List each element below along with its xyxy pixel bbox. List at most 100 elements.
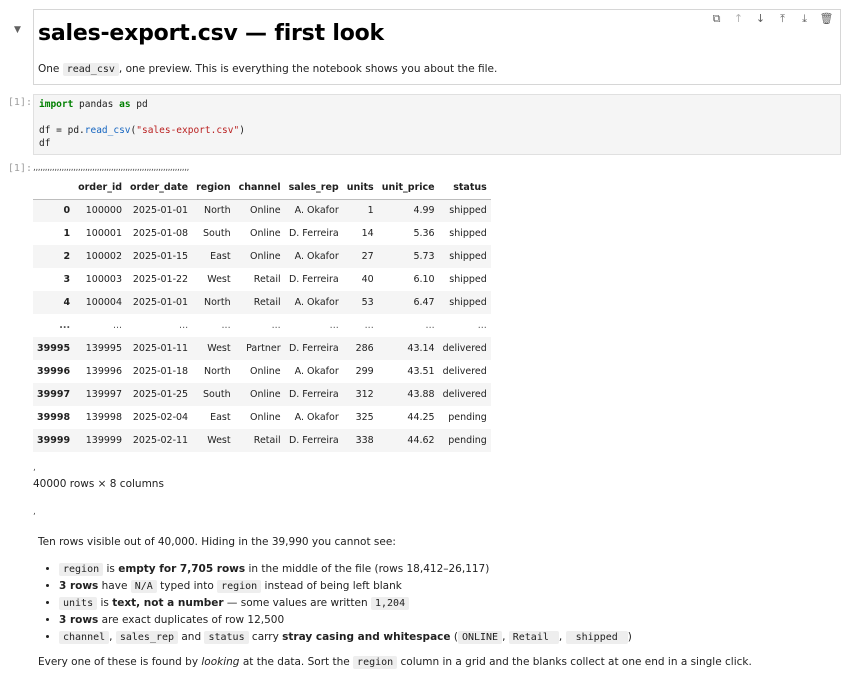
output-artifact: ,: [33, 463, 36, 473]
table-cell: A. Okafor: [294, 366, 339, 377]
table-cell: 2025-01-15: [132, 251, 189, 262]
dataframe-shape: 40000 rows × 8 columns: [33, 478, 164, 490]
table-cell: shipped: [449, 251, 487, 262]
table-cell: Online: [249, 205, 281, 217]
row-index: 39995: [37, 343, 71, 354]
table-cell: 2025-01-08: [132, 228, 189, 239]
dataframe-header: order_id order_date region channel sales_rep…: [33, 177, 491, 200]
notes-intro: Ten rows visible out of 40,000. Hiding i…: [38, 536, 396, 548]
move-down-icon[interactable]: ↓: [753, 12, 768, 26]
table-cell: 2025-02-04: [132, 412, 189, 423]
table-cell: 43.88: [407, 389, 435, 400]
table-cell: 2025-02-11: [132, 435, 189, 446]
row-index: 39999: [37, 435, 71, 446]
list-item: channel, sales_rep and status carry stra…: [59, 629, 632, 646]
code-editor[interactable]: import pandas as pd df = pd.read_csv("sa…: [33, 94, 841, 155]
index-header: [33, 177, 75, 200]
row-index: 39997: [37, 389, 71, 400]
table-cell: 286: [355, 343, 374, 354]
inline-code: read_csv: [62, 63, 119, 76]
row-index: 4: [63, 297, 71, 308]
table-cell: shipped: [449, 205, 487, 217]
issues-list: region is empty for 7,705 rows in the mi…: [38, 561, 632, 646]
collapse-cell-icon[interactable]: ▼: [14, 25, 21, 35]
table-cell: 139995: [85, 343, 123, 354]
table-cell: Retail: [253, 435, 281, 446]
list-item: units is text, not a number — some value…: [59, 595, 632, 612]
table-cell: D. Ferreira: [288, 228, 339, 239]
table-cell: Retail: [253, 297, 281, 308]
table-row: 0 100000 2025-01-01 North Online A. Okafor 1 4.…: [33, 199, 491, 222]
table-cell: 312: [355, 389, 374, 400]
table-cell: ...: [112, 320, 123, 331]
table-cell: 27: [361, 251, 374, 262]
table-cell: ...: [477, 320, 487, 331]
row-index: 39996: [37, 366, 71, 377]
dataframe-body: 0 100000 2025-01-01 North Online A. Okafor 1 4.…: [33, 199, 491, 452]
column-header: order_id: [74, 177, 127, 200]
table-cell: pending: [448, 412, 487, 423]
column-header: status: [438, 177, 491, 200]
table-cell: 139998: [85, 412, 123, 423]
table-row: 4 100004 2025-01-01 North Retail A. Okafor 53 6…: [33, 291, 491, 314]
table-cell: D. Ferreira: [288, 389, 339, 400]
table-cell: 2025-01-18: [132, 366, 189, 377]
table-cell: 2025-01-11: [132, 343, 189, 354]
table-cell: 139997: [85, 389, 123, 400]
table-cell: shipped: [449, 274, 487, 285]
table-cell: A. Okafor: [294, 412, 339, 423]
table-row: ...........................: [33, 314, 491, 337]
table-cell: ...: [179, 320, 189, 331]
cell-toolbar: ⧉ ↑ ↓ ⤒ ⤓ 🗑: [709, 12, 834, 26]
table-cell: Retail: [253, 274, 281, 285]
table-cell: pending: [448, 435, 487, 446]
markdown-cell[interactable]: sales-export.csv — first look One read_c…: [33, 9, 841, 85]
table-cell: 5.36: [413, 228, 435, 239]
code-line: df: [39, 138, 51, 149]
table-cell: 100004: [85, 297, 123, 308]
table-cell: South: [202, 228, 231, 239]
move-up-icon[interactable]: ↑: [731, 12, 746, 26]
table-row: 39997 139997 2025-01-25 South Online D. Ferre…: [33, 383, 491, 406]
code-line: import pandas as pd: [39, 99, 148, 110]
notes-outro: Every one of these is found by looking a…: [38, 656, 752, 669]
table-cell: West: [207, 343, 231, 354]
table-cell: Partner: [246, 343, 281, 354]
table-cell: 4.99: [413, 205, 435, 217]
row-index: 1: [63, 228, 71, 239]
table-cell: 299: [355, 366, 374, 377]
code-line: df = pd.read_csv("sales-export.csv"): [39, 125, 245, 136]
table-cell: East: [210, 251, 231, 262]
dataframe-table: order_id order_date region channel sales_rep…: [33, 177, 491, 452]
row-index: 3: [63, 274, 71, 285]
table-cell: shipped: [449, 228, 487, 239]
column-header: sales_rep: [284, 177, 343, 200]
table-cell: Online: [249, 251, 281, 262]
table-row: 39999 139999 2025-02-11 West Retail D. Ferrei…: [33, 429, 491, 452]
column-header: order_date: [126, 177, 193, 200]
table-cell: shipped: [449, 297, 487, 308]
table-cell: 100003: [85, 274, 123, 285]
table-cell: West: [207, 274, 231, 285]
table-cell: 1: [367, 205, 374, 217]
insert-above-icon[interactable]: ⤒: [775, 12, 790, 26]
table-cell: Online: [249, 366, 281, 377]
input-prompt: [1]:: [7, 97, 32, 108]
table-cell: Online: [249, 228, 281, 239]
row-index: 39998: [37, 412, 71, 423]
table-cell: North: [204, 297, 231, 308]
list-item: 3 rows have N/A typed into region instea…: [59, 578, 632, 595]
table-cell: 53: [361, 297, 374, 308]
duplicate-cell-icon[interactable]: ⧉: [709, 12, 724, 26]
table-cell: ...: [271, 320, 281, 331]
column-header: region: [192, 177, 235, 200]
table-cell: 100002: [85, 251, 123, 262]
insert-below-icon[interactable]: ⤓: [797, 12, 812, 26]
table-cell: 100001: [85, 228, 123, 239]
table-cell: 44.62: [407, 435, 435, 446]
table-row: 3 100003 2025-01-22 West Retail D. Ferreira 40…: [33, 268, 491, 291]
table-cell: D. Ferreira: [288, 343, 339, 354]
table-cell: 14: [361, 228, 374, 239]
delete-cell-icon[interactable]: 🗑: [819, 12, 834, 26]
